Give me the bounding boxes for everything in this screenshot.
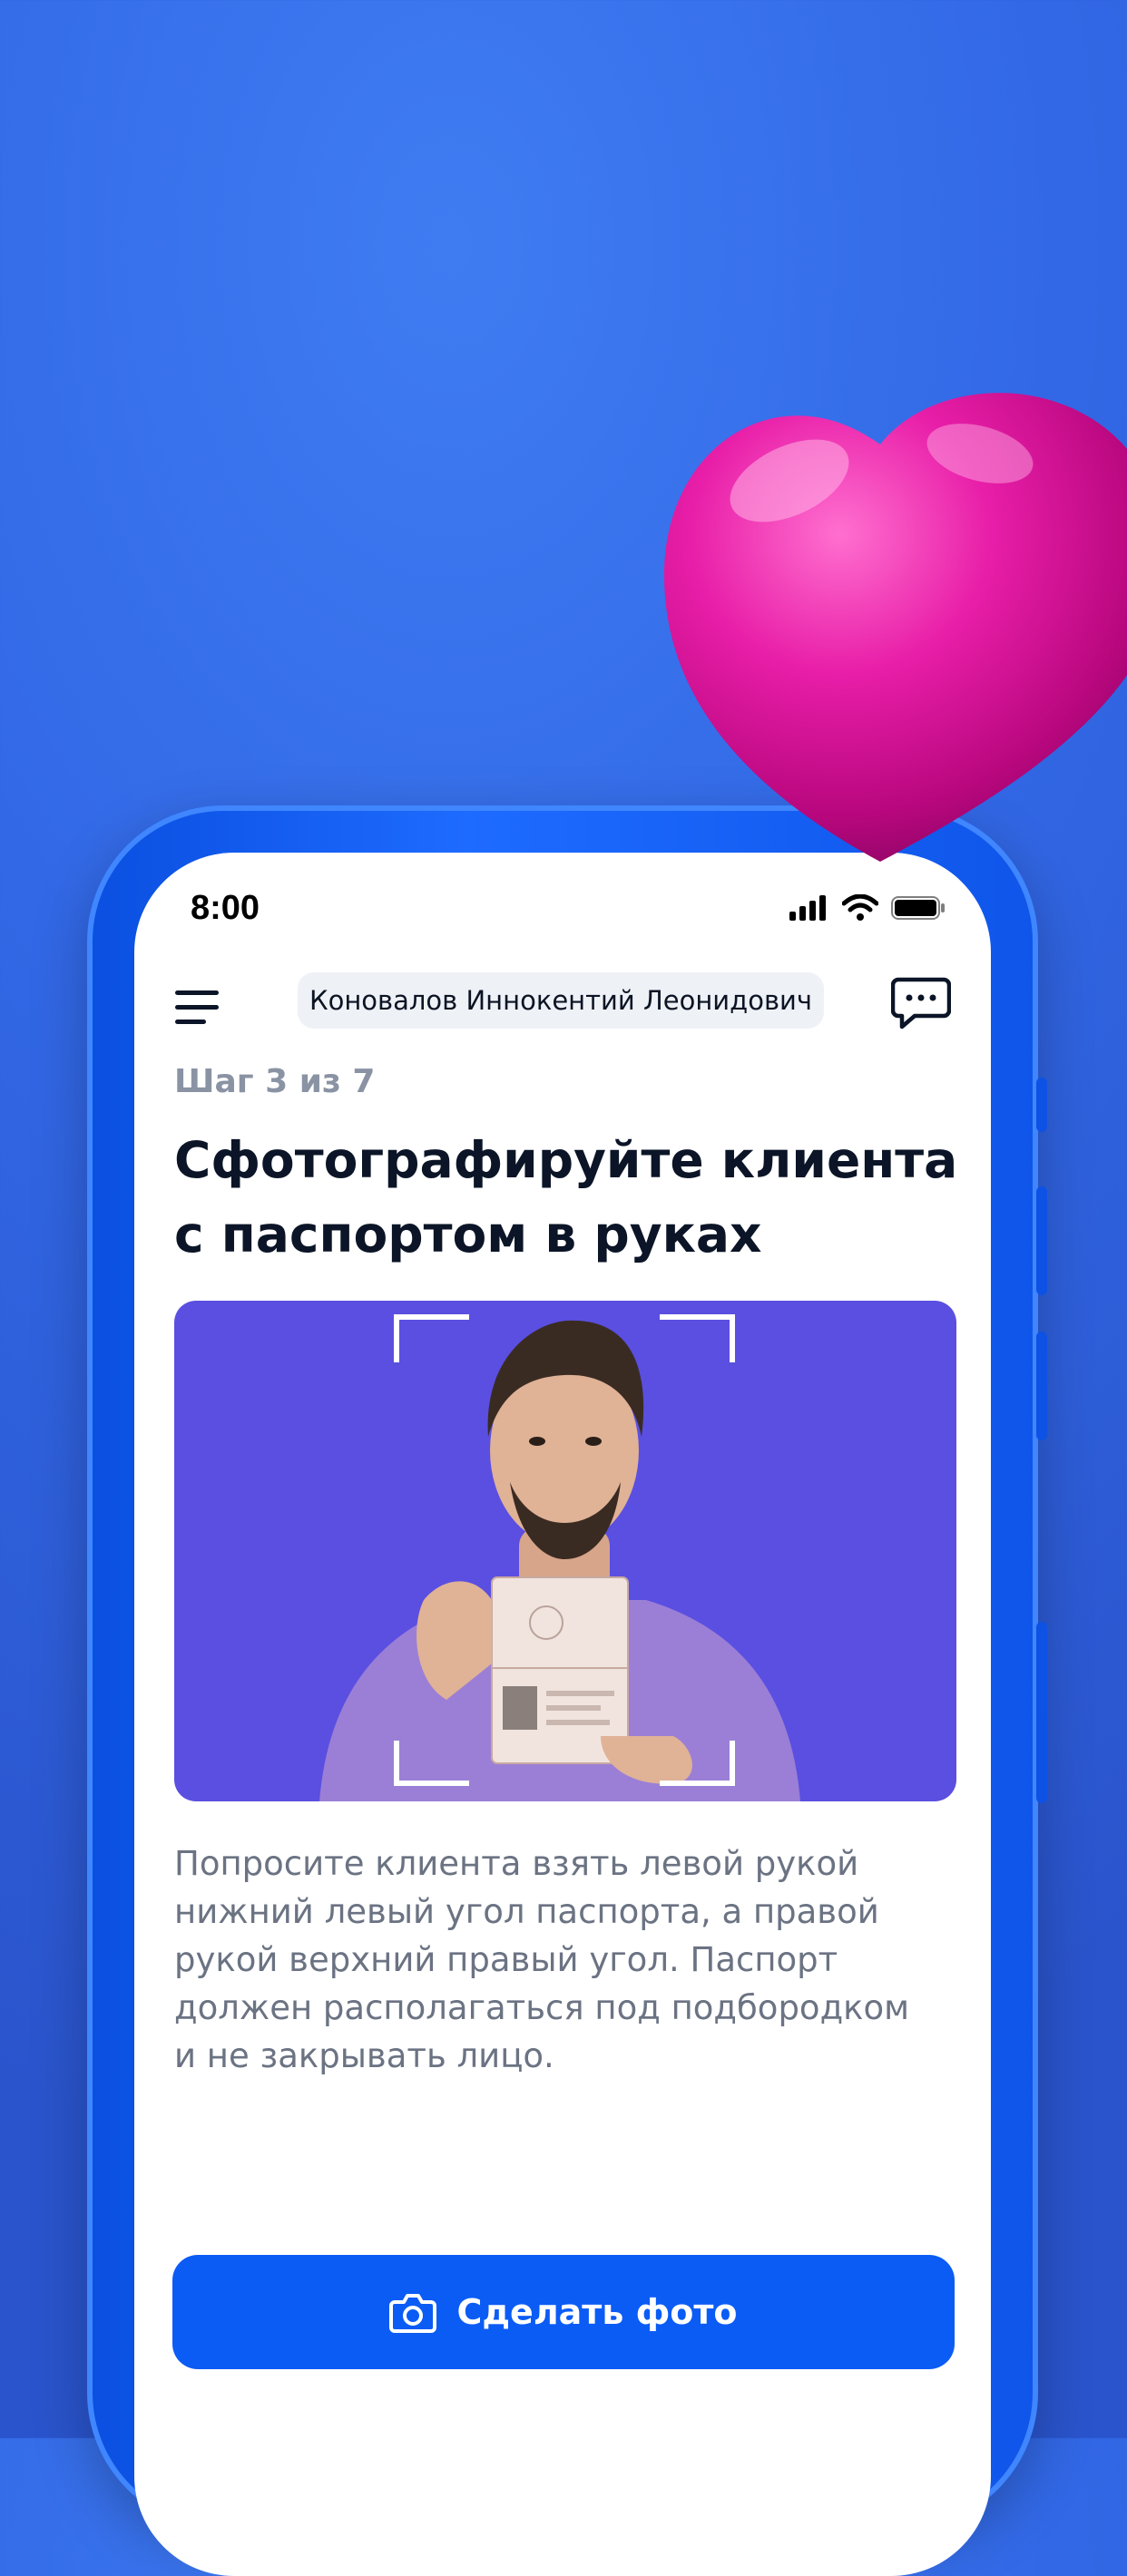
take-photo-button[interactable]: Сделать фото — [172, 2255, 955, 2369]
example-photo — [174, 1301, 956, 1801]
phone-volume-up-button — [1036, 1186, 1047, 1295]
client-name-badge: Коновалов Иннокентий Леонидович — [298, 972, 824, 1029]
phone-side-button — [1036, 1078, 1047, 1132]
step-indicator: Шаг 3 из 7 — [174, 1063, 376, 1100]
heart-decoration-icon — [653, 345, 1127, 907]
page-title-line-2: с паспортом в руках — [174, 1205, 762, 1264]
camera-icon — [389, 2294, 437, 2333]
instructions-line-4: должен располагаться под подбородком — [174, 1988, 910, 2027]
page-title: Сфотографируйте клиента с паспортом в ру… — [174, 1123, 973, 1272]
instructions-text: Попросите клиента взять левой рукой нижн… — [174, 1839, 955, 2080]
phone-power-button — [1036, 1622, 1047, 1803]
instructions-line-1: Попросите клиента взять левой рукой — [174, 1844, 859, 1883]
instructions-line-2: нижний левый угол паспорта, а правой — [174, 1892, 879, 1931]
take-photo-label: Сделать фото — [456, 2292, 738, 2332]
instructions-line-5: и не закрывать лицо. — [174, 2036, 554, 2075]
status-time: 8:00 — [191, 889, 260, 927]
phone-volume-down-button — [1036, 1332, 1047, 1440]
instructions-line-3: рукой верхний правый угол. Паспорт — [174, 1940, 838, 1979]
menu-icon[interactable] — [175, 987, 226, 1029]
chat-icon[interactable] — [891, 971, 951, 1030]
app-screen: 8:00 Коновалов Иннокентий Леонидович Шаг… — [134, 853, 991, 2576]
page-title-line-1: Сфотографируйте клиента — [174, 1131, 958, 1189]
person-with-passport-icon — [319, 1314, 800, 1801]
client-name: Коновалов Иннокентий Леонидович — [309, 985, 813, 1016]
phone-frame: 8:00 Коновалов Иннокентий Леонидович Шаг… — [87, 805, 1047, 2576]
